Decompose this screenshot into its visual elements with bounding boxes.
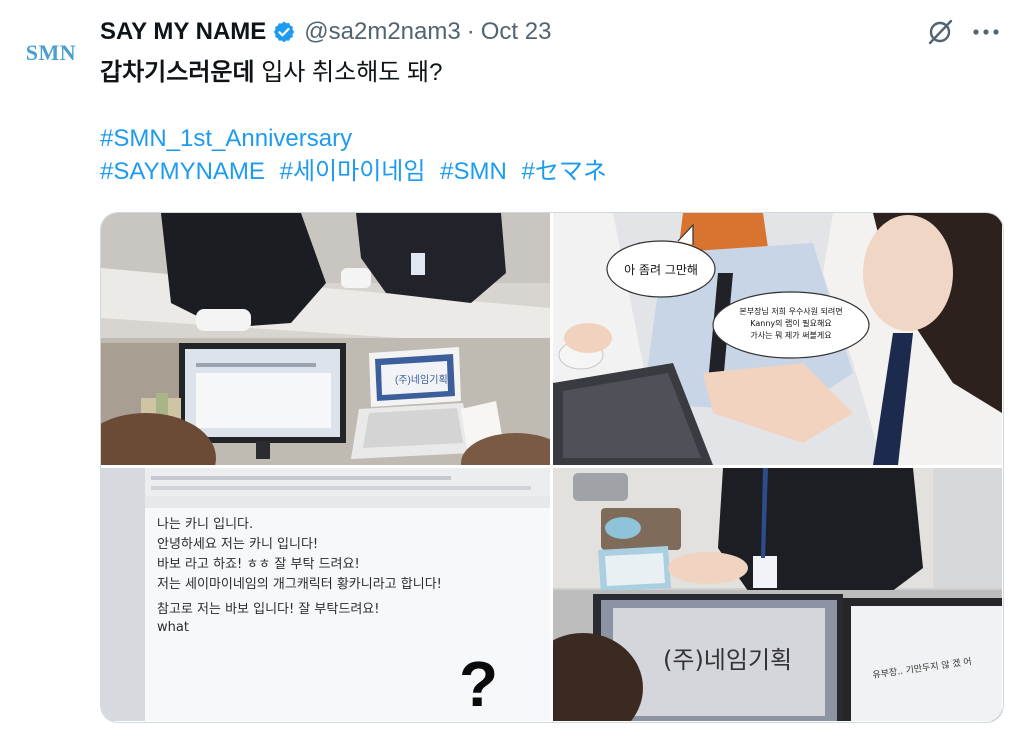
tweet-date[interactable]: Oct 23	[481, 18, 552, 46]
speech-bubble-2-line-2: Kanny의 랩이 필요해요	[750, 318, 832, 328]
display-name[interactable]: SAY MY NAME	[100, 18, 266, 46]
media-photo-4[interactable]: (주)네임기획 유부장.. 기만두지 않 겠 어	[553, 468, 1002, 721]
doc-line-7: what	[157, 620, 189, 635]
grok-icon[interactable]	[924, 16, 956, 48]
separator-dot: ·	[466, 18, 475, 45]
user-handle[interactable]: @sa2m2nam3	[304, 18, 460, 46]
tweet-text-bold: 갑차기스러운데	[100, 59, 255, 86]
avatar[interactable]: SMN	[20, 22, 82, 84]
doc-line-1: 나는 카니 입니다.	[157, 517, 253, 532]
doc-line-4: 저는 세이마이네임의 개그캐릭터 황카니라고 합니다!	[157, 577, 442, 592]
verified-badge-icon	[272, 20, 296, 44]
hashtag-line-1: #SMN_1st_Anniversary	[100, 122, 980, 155]
speech-bubble-2-line-1: 본부장님 저희 우수사원 되려면	[739, 306, 842, 316]
doc-line-3: 바보 라고 하죠! ㅎㅎ 잘 부탁 드려요!	[157, 557, 360, 572]
avatar-logo-text: SMN	[25, 40, 77, 65]
speech-bubble-2-line-3: 가사는 뭐 제가 써볼게요	[750, 330, 831, 340]
tweet[interactable]: SMN SAY MY NAME @sa2m2nam3 · Oct 23 갑차기스…	[0, 0, 1024, 731]
media-photo-3[interactable]: 나는 카니 입니다. 안녕하세요 저는 카니 입니다! 바보 라고 하죠! ㅎㅎ…	[101, 468, 550, 721]
hashtag-saymyname[interactable]: #SAYMYNAME	[100, 158, 265, 185]
speech-bubble-1-text: 아 좀려 그만해	[624, 263, 698, 277]
monitor-slide-title: (주)네임기획	[663, 646, 792, 674]
doc-line-6: 참고로 저는 바보 입니다! 잘 부탁드려요!	[157, 602, 379, 617]
doc-line-2: 안녕하세요 저는 카니 입니다!	[157, 537, 318, 552]
tweet-text-rest: 입사 취소해도 돼?	[254, 59, 443, 86]
laptop-slide-title: (주)네임기획	[395, 373, 448, 386]
hashtag-smn[interactable]: #SMN	[440, 158, 507, 185]
tweet-header: SAY MY NAME @sa2m2nam3 · Oct 23	[100, 14, 551, 50]
hashtag-line-2: #SAYMYNAME #세이마이네임 #SMN #セマネ	[100, 155, 980, 188]
tweet-text-line: 갑차기스러운데 입사 취소해도 돼?	[100, 56, 980, 89]
media-photo-1[interactable]: (주)네임기획	[101, 213, 550, 465]
tweet-text: 갑차기스러운데 입사 취소해도 돼? #SMN_1st_Anniversary …	[100, 56, 980, 188]
more-options-icon[interactable]	[968, 16, 1004, 48]
hashtag-saymyname-korean[interactable]: #세이마이네임	[280, 158, 426, 185]
media-photo-2[interactable]: 아 좀려 그만해 본부장님 저희 우수사원 되려면 Kanny의 랩이 필요해요…	[553, 213, 1002, 465]
question-mark-overlay: ?	[459, 648, 498, 720]
hashtag-smn-1st-anniversary[interactable]: #SMN_1st_Anniversary	[100, 125, 352, 152]
hashtag-semane-japanese[interactable]: #セマネ	[521, 158, 606, 185]
media-grid: (주)네임기획 아 좀려 그만해 본부장님 저희 우수사원 되려면 Kanny의…	[100, 212, 1004, 723]
